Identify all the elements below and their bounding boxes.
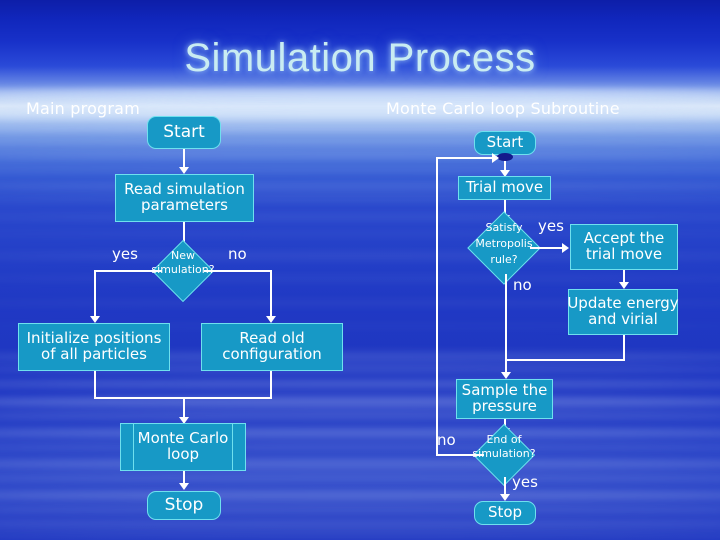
node-main-start[interactable]: Start: [147, 116, 221, 149]
arrowhead-accept: [562, 243, 569, 253]
edge-metropolis-no-v: [505, 274, 507, 374]
junction-dot-loopback: [497, 153, 513, 161]
background-streak: [0, 152, 720, 159]
background-streak: [0, 214, 720, 220]
node-initialize-positions[interactable]: Initialize positions of all particles: [18, 323, 170, 371]
node-sub-start-label: Start: [486, 133, 524, 152]
node-read-params-line2: parameters: [140, 196, 228, 214]
page-title: Simulation Process: [184, 36, 536, 80]
edge-loopback-h-top: [436, 157, 494, 159]
background-streak: [0, 490, 720, 501]
node-main-stop[interactable]: Stop: [147, 491, 221, 520]
edge-newsim-yes-v: [94, 270, 96, 318]
background-streak: [0, 276, 720, 281]
node-main-start-label: Start: [163, 121, 205, 142]
node-read-old-line2: configuration: [222, 345, 322, 363]
node-accept-trial-move[interactable]: Accept the trial move: [570, 224, 678, 270]
edge-newsim-yes-h: [94, 270, 162, 272]
node-read-simulation-parameters[interactable]: Read simulation parameters: [115, 174, 254, 222]
background-streak: [0, 140, 720, 144]
section-heading-main-program: Main program: [26, 99, 140, 118]
node-sub-stop-label: Stop: [487, 503, 523, 522]
node-trial-move-label: Trial move: [465, 178, 544, 197]
edge-newsim-no-h: [204, 270, 272, 272]
slide-canvas: Simulation Process Main program Monte Ca…: [0, 0, 720, 540]
edge-loopback-h-bottom: [436, 454, 484, 456]
node-sample-line2: pressure: [472, 397, 537, 415]
edge-label-endsim-yes: yes: [512, 473, 538, 491]
edge-metropolis-yes-h: [530, 247, 566, 249]
edge-update-down: [623, 335, 625, 361]
edge-main-start-to-read: [183, 149, 185, 169]
background-streak: [0, 474, 720, 482]
background-streak: [0, 458, 720, 470]
arrowhead-sub-stop: [500, 494, 510, 501]
arrowhead-main-stop: [179, 483, 189, 490]
node-init-positions-line2: of all particles: [41, 345, 147, 363]
background-streak: [0, 126, 720, 131]
edge-label-metropolis-no: no: [513, 276, 532, 294]
edge-loopback-v: [436, 157, 438, 454]
node-main-stop-label: Stop: [164, 494, 204, 515]
background-streak: [0, 380, 720, 388]
background-streak: [0, 412, 720, 419]
section-heading-subroutine: Monte Carlo loop Subroutine: [386, 99, 620, 118]
arrowhead-init-positions: [90, 316, 100, 323]
node-sub-stop[interactable]: Stop: [474, 501, 536, 525]
edge-merge-to-mcloop: [183, 397, 185, 419]
background-streak: [0, 88, 720, 98]
edge-readold-down: [270, 371, 272, 399]
edge-label-endsim-no: no: [437, 431, 456, 449]
background-streak: [0, 506, 720, 513]
node-sub-start[interactable]: Start: [474, 131, 536, 155]
arrowhead-sample-pressure: [501, 372, 511, 379]
node-monte-carlo-loop[interactable]: Monte Carlo loop: [120, 423, 246, 471]
edge-newsim-no-v: [270, 270, 272, 318]
node-read-old-configuration[interactable]: Read old configuration: [201, 323, 343, 371]
node-trial-move[interactable]: Trial move: [458, 176, 551, 200]
node-update-energy-virial[interactable]: Update energy and virial: [567, 289, 679, 335]
node-update-line2: and virial: [588, 310, 658, 328]
background-streak: [0, 428, 720, 438]
arrowhead-read-old-config: [266, 316, 276, 323]
background-streak: [0, 532, 720, 538]
edge-label-metropolis-yes: yes: [538, 217, 564, 235]
background-streak: [0, 168, 720, 172]
arrowhead-main-read: [179, 167, 189, 174]
background-streak: [0, 520, 720, 529]
node-mcloop-line2: loop: [166, 445, 200, 463]
edge-init-down: [94, 371, 96, 399]
node-accept-line2: trial move: [585, 245, 663, 263]
background-streak: [0, 196, 720, 201]
edge-update-to-noline: [505, 359, 625, 361]
edge-label-newsim-no: no: [228, 245, 247, 263]
background-streak: [0, 182, 720, 191]
edge-label-newsim-yes: yes: [112, 245, 138, 263]
node-sample-pressure[interactable]: Sample the pressure: [456, 379, 553, 419]
arrowhead-loopback: [492, 153, 499, 163]
arrowhead-update-energy: [619, 282, 629, 289]
background-streak: [0, 444, 720, 450]
